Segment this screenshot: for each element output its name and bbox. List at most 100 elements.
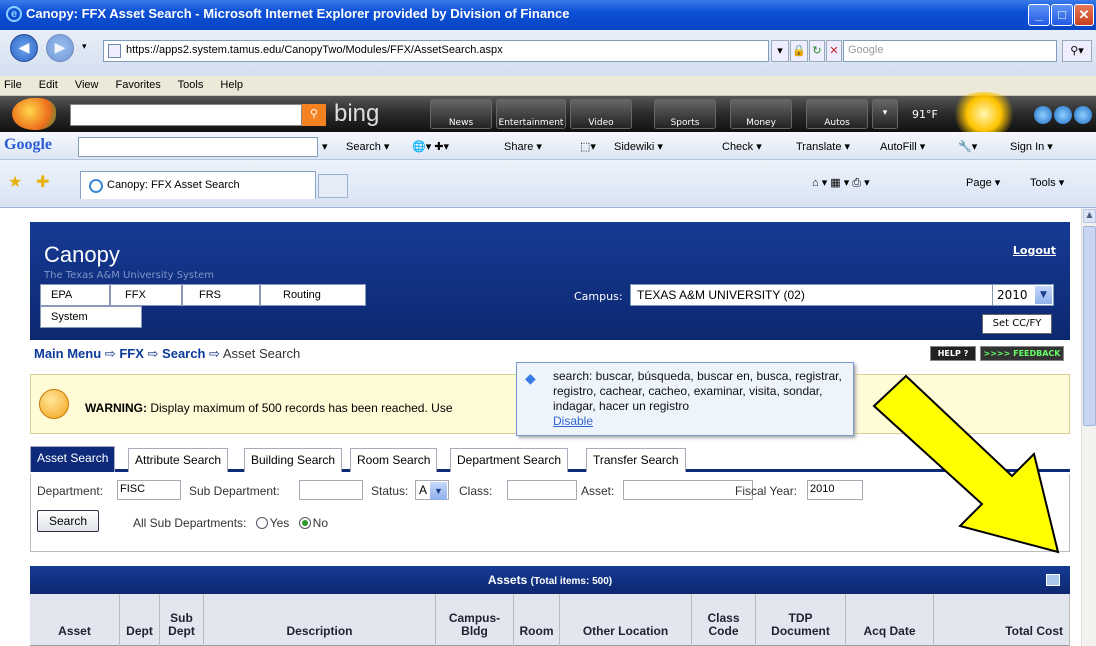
google-search-input[interactable]: Google — [843, 40, 1057, 62]
tab-attribute-search[interactable]: Attribute Search — [128, 448, 229, 472]
new-tab-button[interactable] — [318, 174, 348, 198]
menu-file[interactable]: File — [4, 79, 22, 91]
bing-search-input[interactable] — [70, 104, 302, 126]
stop-icon[interactable]: ✕ — [826, 40, 842, 62]
google-check-button[interactable]: Check ▾ — [722, 140, 762, 153]
address-field[interactable]: https://apps2.system.tamus.edu/CanopyTwo… — [103, 40, 769, 62]
tools-menu-button[interactable]: Tools ▾ — [1030, 176, 1064, 189]
chevron-down-icon[interactable]: ▼ — [1035, 286, 1052, 304]
campus-select[interactable]: TEXAS A&M UNIVERSITY (02) ▼ — [630, 284, 1048, 306]
menu-tools[interactable]: Tools — [178, 79, 204, 91]
history-dropdown-icon[interactable]: ▾ — [82, 42, 87, 52]
col-campus-bldg[interactable]: Campus- Bldg — [436, 594, 514, 646]
add-favorites-icon[interactable]: ✚ — [36, 172, 49, 192]
google-wrench-icon[interactable]: 🔧▾ — [958, 140, 977, 153]
page-menu-button[interactable]: Page ▾ — [966, 176, 1000, 189]
col-tdp-document[interactable]: TDP Document — [756, 594, 846, 646]
tooltip-disable-link[interactable]: Disable — [553, 414, 593, 428]
lock-icon[interactable]: 🔒 — [790, 40, 808, 62]
breadcrumb-ffx[interactable]: FFX — [119, 346, 144, 361]
col-total-cost[interactable]: Total Cost — [934, 594, 1070, 646]
bing-tab-entertainment[interactable]: Entertainment — [496, 99, 566, 129]
minimize-button[interactable]: _ — [1028, 4, 1050, 26]
help-button[interactable]: HELP ? — [930, 346, 976, 361]
logout-link[interactable]: Logout — [1013, 244, 1056, 257]
menu-edit[interactable]: Edit — [39, 79, 58, 91]
browser-tab-active[interactable]: Canopy: FFX Asset Search — [80, 171, 316, 199]
google-dropdown-icon[interactable]: ▾ — [322, 140, 328, 153]
set-ccfy-button[interactable]: Set CC/FY — [982, 314, 1052, 334]
subdept-field[interactable] — [299, 480, 363, 500]
forward-button[interactable]: ▶ — [46, 34, 74, 62]
col-subdept[interactable]: Sub Dept — [160, 594, 204, 646]
bing-tab-video[interactable]: Video — [570, 99, 632, 129]
export-icon[interactable] — [1046, 574, 1060, 586]
warning-label: WARNING: — [85, 401, 147, 415]
menu-help[interactable]: Help — [220, 79, 243, 91]
col-acq-date[interactable]: Acq Date — [846, 594, 934, 646]
breadcrumb-search[interactable]: Search — [162, 346, 205, 361]
search-button[interactable]: Search — [37, 510, 99, 532]
tab-transfer-search[interactable]: Transfer Search — [586, 448, 686, 472]
asset-field[interactable] — [623, 480, 753, 500]
class-field[interactable] — [507, 480, 577, 500]
google-search-button[interactable]: Search ▾ — [346, 140, 389, 153]
bing-tab-autos[interactable]: Autos — [806, 99, 868, 129]
breadcrumb-main-menu[interactable]: Main Menu — [34, 346, 101, 361]
close-button[interactable]: ✕ — [1074, 4, 1094, 26]
department-field[interactable]: FISC — [117, 480, 181, 500]
google-signin-button[interactable]: Sign In ▾ — [1010, 140, 1053, 153]
back-button[interactable]: ◀ — [10, 34, 38, 62]
col-class-code[interactable]: Class Code — [692, 594, 756, 646]
bing-help-icon[interactable] — [1074, 106, 1092, 124]
bing-tab-money[interactable]: Money — [730, 99, 792, 129]
search-icon[interactable]: ⚲▾ — [1062, 40, 1092, 62]
menu-epa[interactable]: EPA — [40, 284, 110, 306]
google-autofill-button[interactable]: AutoFill ▾ — [880, 140, 925, 153]
yes-radio[interactable] — [255, 517, 268, 529]
google-translate-button[interactable]: Translate ▾ — [796, 140, 850, 153]
google-toolbar-input[interactable] — [78, 137, 318, 157]
tab-asset-search[interactable]: Asset Search — [30, 446, 116, 472]
bing-tab-news[interactable]: News — [430, 99, 492, 129]
tab-room-search[interactable]: Room Search — [350, 448, 438, 472]
maximize-button[interactable]: □ — [1051, 4, 1073, 26]
address-dropdown-button[interactable]: ▾ — [771, 40, 789, 62]
bing-share-icon[interactable] — [1034, 106, 1052, 124]
menu-view[interactable]: View — [75, 79, 99, 91]
scroll-up-icon[interactable]: ▲ — [1083, 209, 1096, 223]
col-other-location[interactable]: Other Location — [560, 594, 692, 646]
col-asset[interactable]: Asset — [30, 594, 120, 646]
menu-favorites[interactable]: Favorites — [116, 79, 161, 91]
menu-frs[interactable]: FRS — [182, 284, 260, 306]
col-description[interactable]: Description — [204, 594, 436, 646]
menu-routing[interactable]: Routing — [260, 284, 366, 306]
no-radio[interactable] — [298, 517, 311, 529]
assets-title: Assets — [487, 573, 528, 587]
favorites-star-icon[interactable]: ★ — [8, 172, 22, 192]
google-sidewiki-button[interactable]: Sidewiki ▾ — [614, 140, 663, 153]
tab-department-search[interactable]: Department Search — [450, 448, 569, 472]
address-row: ◀ ▶ ▾ https://apps2.system.tamus.edu/Can… — [0, 30, 1096, 76]
chevron-down-icon[interactable]: ▼ — [430, 482, 447, 500]
menu-ffx[interactable]: FFX — [110, 284, 182, 306]
tab-building-search[interactable]: Building Search — [244, 448, 343, 472]
bing-search-button[interactable]: ⚲ — [302, 104, 326, 126]
status-select[interactable]: A ▼ — [415, 480, 449, 500]
col-room[interactable]: Room — [514, 594, 560, 646]
google-extras-icon[interactable]: 🌐▾ ✚▾ — [412, 140, 449, 153]
fiscal-year-select[interactable]: 2010 ▼ — [992, 284, 1054, 306]
google-extra-icon[interactable]: ⬚▾ — [580, 140, 596, 153]
vertical-scrollbar[interactable]: ▲ — [1081, 208, 1096, 646]
fy-field[interactable]: 2010 — [807, 480, 863, 500]
bing-more-button[interactable]: ▾ — [872, 99, 898, 129]
feedback-button[interactable]: >>>> FEEDBACK — [980, 346, 1064, 361]
refresh-icon[interactable]: ↻ — [809, 40, 825, 62]
col-dept[interactable]: Dept — [120, 594, 160, 646]
bing-search-icon[interactable] — [1054, 106, 1072, 124]
bing-tab-sports[interactable]: Sports — [654, 99, 716, 129]
home-icon[interactable]: ⌂ ▾ ▦ ▾ ⎙ ▾ — [812, 176, 870, 190]
google-share-button[interactable]: Share ▾ — [504, 140, 542, 153]
menu-system[interactable]: System — [40, 306, 142, 328]
scroll-thumb[interactable] — [1083, 226, 1096, 426]
